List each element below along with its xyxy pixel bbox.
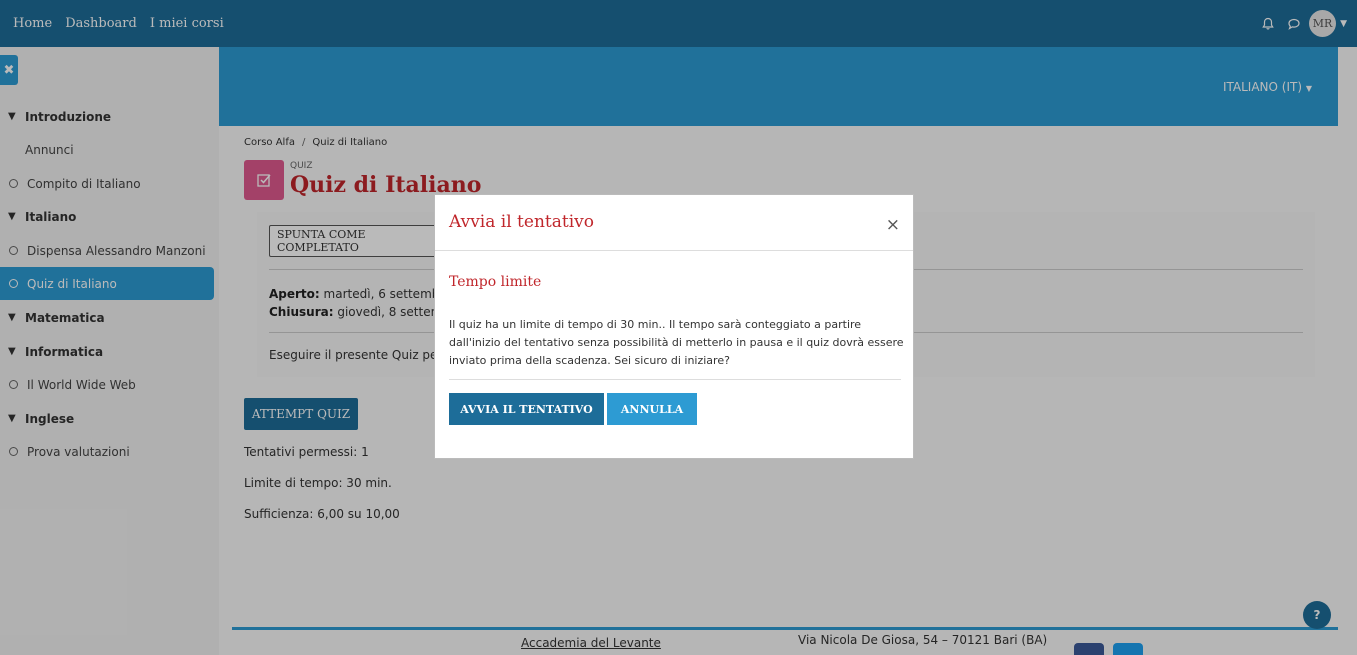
divider	[435, 250, 913, 251]
dialog-title: Avvia il tentativo	[449, 212, 594, 232]
start-attempt-button[interactable]: AVVIA IL TENTATIVO	[449, 393, 604, 425]
dialog-subtitle: Tempo limite	[449, 274, 542, 290]
dialog-message: Il quiz ha un limite di tempo di 30 min.…	[449, 318, 904, 367]
start-attempt-dialog: Avvia il tentativo × Tempo limite Il qui…	[434, 194, 914, 459]
close-icon[interactable]: ×	[886, 215, 900, 235]
divider	[449, 379, 901, 380]
cancel-button[interactable]: ANNULLA	[607, 393, 697, 425]
